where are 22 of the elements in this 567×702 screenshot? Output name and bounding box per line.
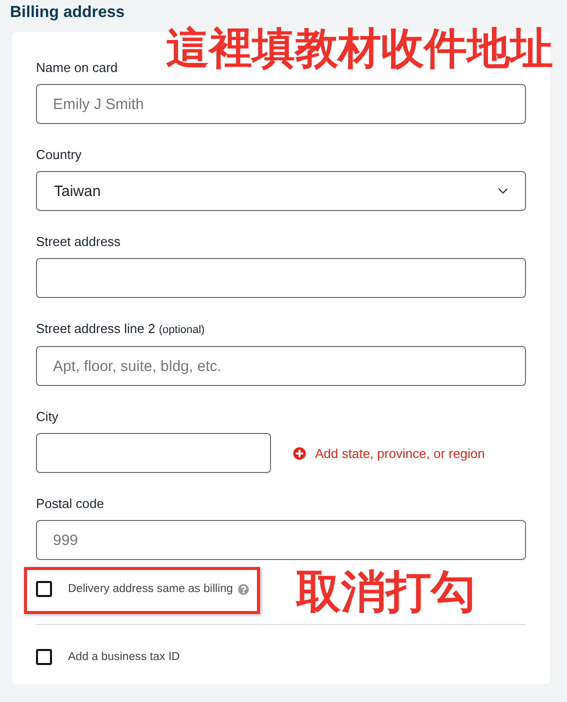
input-field[interactable] [36,433,271,473]
add-region-link[interactable]: Add state, province, or region [293,446,485,460]
checkbox[interactable] [36,649,52,665]
country-select[interactable]: Taiwan [36,171,526,211]
input-field[interactable]: Emily J Smith [36,84,526,124]
help-icon[interactable] [238,584,249,594]
plus-icon [293,446,306,460]
field-label: Postal code [36,495,105,513]
field-label: Street address line 2 (optional) [36,320,206,338]
input-field[interactable]: Apt, floor, suite, bldg, etc. [36,346,526,386]
field-label: Name on card [36,59,119,77]
input-field[interactable] [36,258,526,298]
annotation-text: 取消打勾 [296,564,476,620]
field-label: City [36,408,60,426]
annotation-text: 這裡填教材收件地址 [166,23,553,76]
checkbox-label: Delivery address same as billing [68,583,233,595]
field-label: Country [36,146,83,164]
checkbox[interactable] [36,581,52,597]
input-field[interactable]: 999 [36,520,526,560]
checkbox-label: Add a business tax ID [68,651,180,663]
field-label: Street address [36,233,122,251]
section-title: Billing address [10,4,126,22]
